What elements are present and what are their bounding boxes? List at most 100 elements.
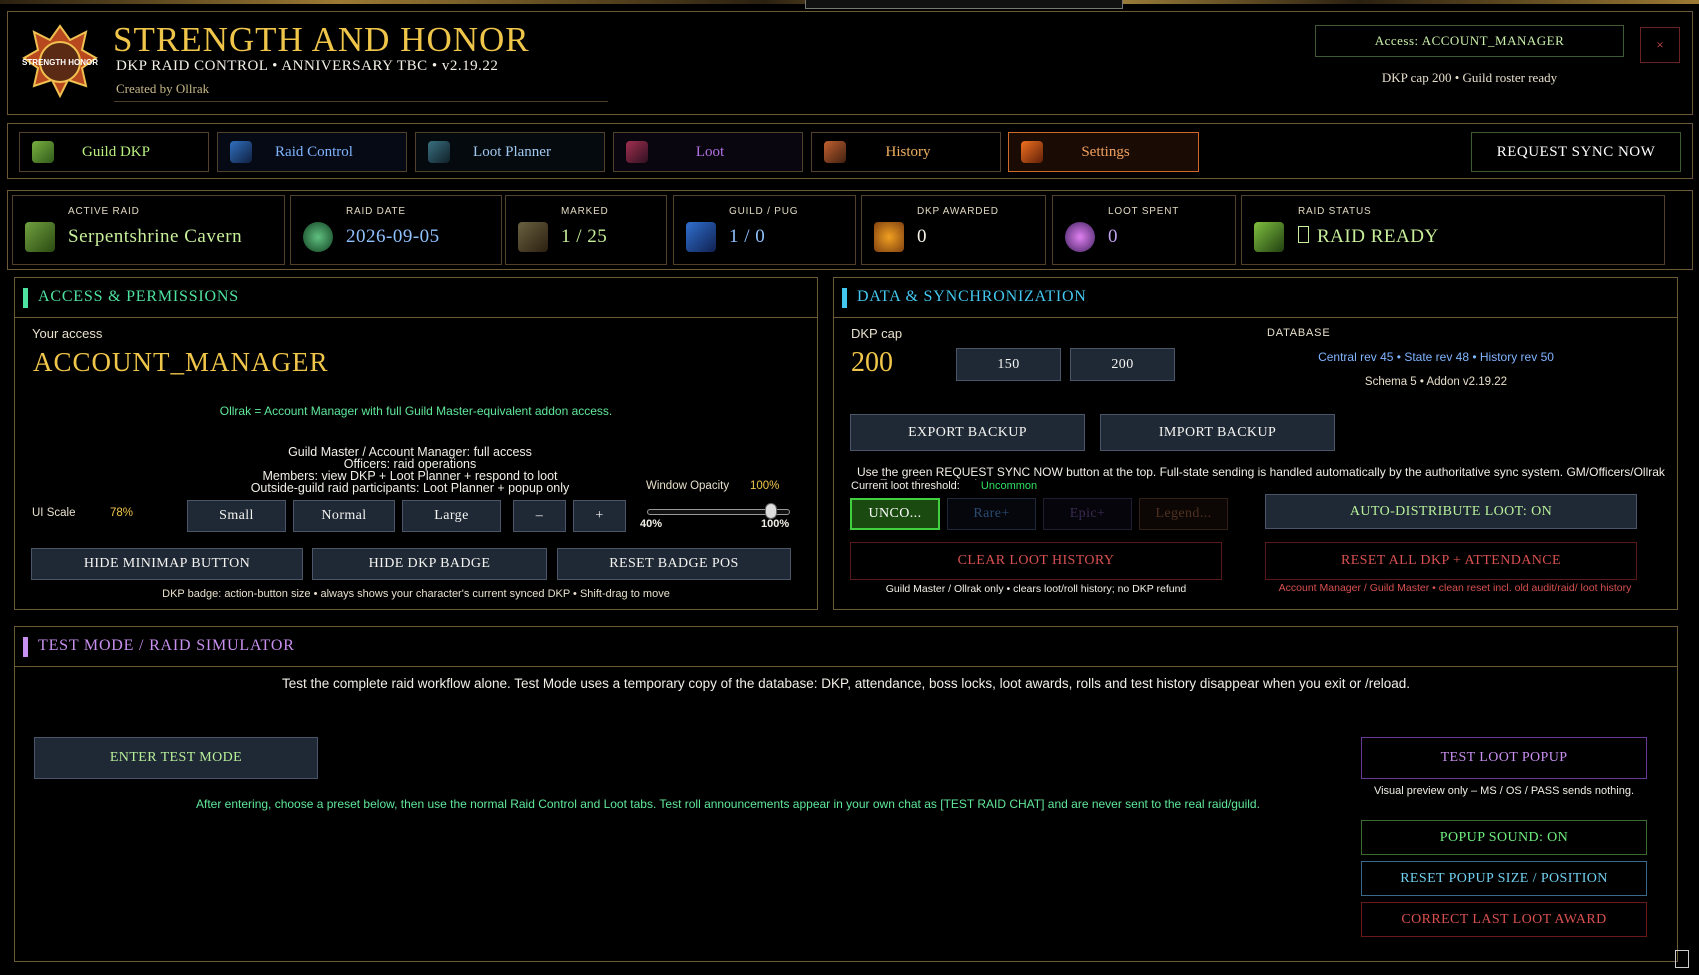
window-opacity-label: Window Opacity [646,480,730,492]
tab-label: Raid Control [275,143,353,160]
loot-icon [626,141,648,163]
raid-zone-icon [25,222,55,252]
import-backup-button[interactable]: IMPORT BACKUP [1100,414,1335,451]
scale-small-button[interactable]: Small [187,500,286,532]
scale-increase-button[interactable]: + [573,500,626,532]
section-title: ACCESS & PERMISSIONS [38,288,239,305]
clear-loot-history-button[interactable]: CLEAR LOOT HISTORY [850,542,1222,580]
slider-max-label: 100% [761,518,790,530]
test-loot-popup-button[interactable]: TEST LOOT POPUP [1361,737,1647,779]
stat-label: ACTIVE RAID [68,206,140,217]
hide-minimap-button[interactable]: HIDE MINIMAP BUTTON [31,548,303,580]
scale-decrease-button[interactable]: – [513,500,566,532]
tab-guild-dkp[interactable]: Guild DKP [19,132,209,172]
threshold-uncommon-button[interactable]: UNCO... [850,498,940,530]
tab-loot[interactable]: Loot [613,132,803,172]
stat-marked: MARKED 1 / 25 [505,195,667,265]
app-subtitle: DKP RAID CONTROL • ANNIVERSARY TBC • v2.… [116,58,499,74]
raid-status-icon [1254,222,1284,252]
threshold-value: Uncommon [980,480,1038,492]
logo-text: STRENGTH HONOR [22,58,98,67]
section-title: DATA & SYNCHRONIZATION [857,288,1087,305]
stat-value: 1 / 25 [561,226,608,247]
stat-active-raid: ACTIVE RAID Serpentshrine Cavern [12,195,285,265]
scale-normal-button[interactable]: Normal [293,500,395,532]
access-badge: Access: ACCOUNT_MANAGER [1315,25,1624,57]
database-label: DATABASE [1267,327,1331,339]
test-mode-description: Test the complete raid workflow alone. T… [281,676,1411,691]
section-header: DATA & SYNCHRONIZATION [834,278,1677,318]
database-schema: Schema 5 • Addon v2.19.22 [1364,376,1508,388]
dkp-cap-label: DKP cap [851,326,903,341]
cap-150-button[interactable]: 150 [956,348,1061,381]
hide-dkp-badge-button[interactable]: HIDE DKP BADGE [312,548,547,580]
tab-raid-control[interactable]: Raid Control [217,132,407,172]
tab-label: Loot [695,143,725,160]
stat-label: DKP AWARDED [917,206,999,217]
created-by: Created by Ollrak [116,81,210,96]
correct-last-loot-award-button[interactable]: CORRECT LAST LOOT AWARD [1361,902,1647,937]
guild-pug-icon [686,222,716,252]
section-header: ACCESS & PERMISSIONS [15,278,817,318]
resize-grip[interactable] [1675,950,1689,968]
permission-line: Outside-guild raid participants: Loot Pl… [250,481,570,495]
calendar-icon [303,222,333,252]
ui-scale-label: UI Scale [32,507,76,519]
database-revisions: Central rev 45 • State rev 48 • History … [1318,350,1554,364]
guild-logo: STRENGTH HONOR [20,22,100,102]
badge-note: DKP badge: action-button size • always s… [162,588,670,600]
stat-label: RAID DATE [346,206,406,217]
loot-planner-icon [428,141,450,163]
opacity-slider-thumb[interactable] [765,503,777,519]
checkbox-icon [1298,226,1309,243]
permission-list: Guild Master / Account Manager: full acc… [190,446,630,495]
ui-scale-value: 78% [110,507,134,519]
tab-label: Guild DKP [82,143,150,160]
stat-dkp-awarded: DKP AWARDED 0 [861,195,1046,265]
export-backup-button[interactable]: EXPORT BACKUP [850,414,1085,451]
threshold-legendary-button[interactable]: Legend... [1139,498,1228,530]
request-sync-button[interactable]: REQUEST SYNC NOW [1471,132,1681,172]
section-accent [23,288,28,308]
reset-popup-size-button[interactable]: RESET POPUP SIZE / POSITION [1361,861,1647,896]
threshold-row: Current loot threshold: Uncommon [851,480,1044,492]
app-title: STRENGTH AND HONOR [113,20,530,59]
popup-sound-toggle[interactable]: POPUP SOUND: ON [1361,820,1647,855]
auto-distribute-toggle[interactable]: AUTO-DISTRIBUTE LOOT: ON [1265,494,1637,529]
stat-label: LOOT SPENT [1108,206,1180,217]
cap-200-button[interactable]: 200 [1070,348,1175,381]
tab-history[interactable]: History [811,132,1001,172]
tab-settings[interactable]: Settings [1008,132,1199,172]
stat-value: 0 [1108,226,1118,247]
access-role: ACCOUNT_MANAGER [33,347,329,377]
tab-label: History [885,143,931,160]
test-mode-after-note: After entering, choose a preset below, t… [196,797,1260,811]
reset-all-dkp-button[interactable]: RESET ALL DKP + ATTENDANCE [1265,542,1637,580]
scale-large-button[interactable]: Large [402,500,501,532]
reset-all-note: Account Manager / Guild Master • clean r… [1278,582,1632,594]
stat-value: 1 / 0 [729,226,766,247]
tab-label: Loot Planner [473,143,551,160]
dkp-cap-value: 200 [851,347,893,378]
threshold-epic-button[interactable]: Epic+ [1043,498,1132,530]
stat-label: MARKED [561,206,609,217]
role-note: Ollrak = Account Manager with full Guild… [219,404,613,418]
window-drag-handle[interactable] [805,0,1123,9]
settings-icon [1021,141,1043,163]
stat-value: Serpentshrine Cavern [68,226,243,247]
window-opacity-value: 100% [750,480,780,492]
dkp-awarded-icon [874,222,904,252]
tab-loot-planner[interactable]: Loot Planner [415,132,605,172]
threshold-rare-button[interactable]: Rare+ [947,498,1036,530]
tab-label: Settings [1081,143,1130,160]
guild-dkp-icon [32,141,54,163]
header-status: DKP cap 200 • Guild roster ready [1381,70,1558,85]
section-accent [842,288,847,308]
loot-spent-icon [1065,222,1095,252]
stat-raid-date: RAID DATE 2026-09-05 [290,195,502,265]
enter-test-mode-button[interactable]: ENTER TEST MODE [34,737,318,779]
stat-value: 0 [917,226,927,247]
threshold-label: Current loot threshold: [851,480,960,492]
reset-badge-pos-button[interactable]: RESET BADGE POS [557,548,791,580]
close-button[interactable]: × [1640,27,1680,63]
